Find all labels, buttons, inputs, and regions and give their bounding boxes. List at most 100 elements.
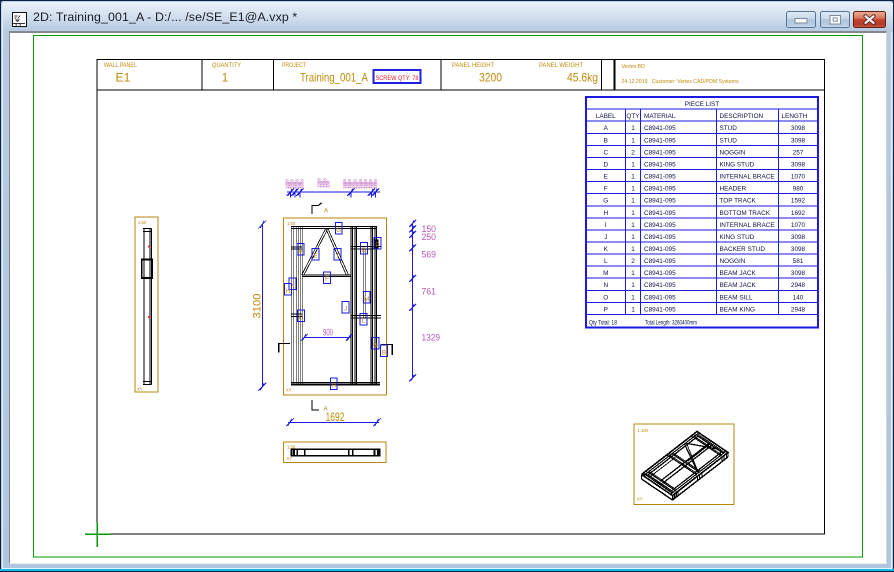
svg-text:KING STUD: KING STUD	[720, 234, 755, 241]
svg-text:PIECE LIST: PIECE LIST	[685, 101, 720, 108]
svg-text:C8941-095: C8941-095	[644, 234, 676, 241]
svg-text:3098: 3098	[791, 161, 806, 168]
svg-text:H: H	[286, 288, 291, 295]
svg-text:E1: E1	[116, 71, 131, 85]
svg-text:BOTTOM TRACK: BOTTOM TRACK	[720, 210, 771, 217]
svg-text:1: 1	[631, 234, 635, 241]
svg-text:1: 1	[631, 222, 635, 229]
svg-text:1070: 1070	[791, 174, 806, 181]
svg-text:250: 250	[422, 232, 437, 242]
svg-text:P: P	[375, 242, 379, 249]
svg-text:1: 1	[631, 306, 635, 313]
svg-text:1: 1	[631, 186, 635, 193]
svg-text:E: E	[604, 174, 608, 181]
svg-text:QUANTITY: QUANTITY	[212, 62, 241, 69]
svg-text:A: A	[298, 248, 303, 255]
svg-text:J: J	[344, 306, 347, 313]
svg-text:3098: 3098	[791, 246, 806, 253]
svg-text:3098: 3098	[791, 234, 806, 241]
svg-text:761: 761	[422, 287, 437, 297]
svg-text:XY: XY	[286, 388, 292, 393]
svg-text:C8941-095: C8941-095	[644, 270, 676, 277]
svg-text:BEAM KING: BEAM KING	[720, 306, 756, 313]
svg-text:C8941-095: C8941-095	[644, 258, 676, 265]
svg-text:A: A	[604, 125, 609, 132]
svg-text:2948: 2948	[791, 306, 806, 313]
svg-text:B: B	[382, 349, 386, 356]
svg-text:MATERIAL: MATERIAL	[644, 113, 676, 120]
svg-text:2: 2	[631, 258, 635, 265]
svg-text:INTERNAL BRACE: INTERNAL BRACE	[720, 174, 775, 181]
svg-text:SCREW QTY: 78: SCREW QTY: 78	[376, 76, 420, 82]
svg-text:J: J	[604, 234, 607, 241]
svg-text:569: 569	[422, 250, 437, 260]
svg-text:3098: 3098	[791, 270, 806, 277]
svg-text:BACKER STUD: BACKER STUD	[720, 246, 766, 253]
svg-text:PANEL WEIGHT: PANEL WEIGHT	[539, 62, 583, 69]
svg-text:980: 980	[793, 186, 804, 193]
svg-text:1:100: 1:100	[638, 428, 649, 433]
svg-text:XY: XY	[637, 497, 643, 502]
svg-text:1: 1	[631, 174, 635, 181]
svg-text:E: E	[313, 253, 317, 260]
svg-text:P: P	[604, 306, 608, 313]
svg-text:C8941-095: C8941-095	[644, 222, 676, 229]
svg-text:D: D	[362, 247, 367, 254]
svg-text:C8941-095: C8941-095	[644, 306, 676, 313]
svg-text:QTY: QTY	[626, 113, 640, 120]
svg-text:3098: 3098	[791, 137, 806, 144]
svg-text:1329: 1329	[422, 333, 441, 343]
svg-text:KING STUD: KING STUD	[720, 161, 755, 168]
svg-text:F: F	[325, 276, 329, 283]
svg-text:1888: 1888	[373, 179, 378, 189]
svg-text:D: D	[603, 161, 608, 168]
svg-text:LABEL: LABEL	[596, 113, 616, 120]
svg-text:I: I	[605, 222, 607, 229]
svg-text:G: G	[336, 227, 341, 234]
svg-text:WALL PANEL: WALL PANEL	[104, 62, 137, 69]
svg-text:C8941-095: C8941-095	[644, 210, 676, 217]
svg-text:C8941-095: C8941-095	[644, 149, 676, 156]
svg-text:M: M	[364, 296, 369, 303]
svg-text:1070: 1070	[791, 222, 806, 229]
svg-text:1: 1	[631, 246, 635, 253]
svg-text:I: I	[337, 253, 339, 260]
svg-text:H: H	[603, 210, 608, 217]
svg-text:B: B	[604, 137, 608, 144]
svg-text:C: C	[603, 149, 608, 156]
svg-text:1692: 1692	[791, 210, 806, 217]
svg-text:1: 1	[631, 161, 635, 168]
svg-text:PANEL HEIGHT: PANEL HEIGHT	[452, 62, 494, 69]
svg-text:C8941-095: C8941-095	[644, 282, 676, 289]
svg-text:1: 1	[631, 210, 635, 217]
svg-text:INTERNAL BRACE: INTERNAL BRACE	[720, 222, 775, 229]
svg-text:G: G	[603, 198, 608, 205]
svg-text:900: 900	[323, 327, 333, 337]
svg-text:3098: 3098	[791, 125, 806, 132]
svg-text:N: N	[603, 282, 608, 289]
svg-text:M: M	[603, 270, 608, 277]
svg-text:BEAM JACK: BEAM JACK	[720, 270, 757, 277]
svg-text:581: 581	[793, 258, 804, 265]
svg-text:C8941-095: C8941-095	[644, 294, 676, 301]
svg-text:STUD: STUD	[720, 125, 738, 132]
svg-text:Total Length: 3260400mm: Total Length: 3260400mm	[645, 319, 697, 326]
svg-text:140: 140	[793, 294, 804, 301]
svg-text:3100: 3100	[252, 294, 264, 319]
svg-text:Vertex BD: Vertex BD	[622, 64, 646, 70]
svg-text:A: A	[324, 208, 329, 215]
svg-text:NOGGIN: NOGGIN	[720, 149, 746, 156]
svg-text:24.12.2019 Customer: Vertex: 24.12.2019 Customer: Vertex CAD/PDM Syst…	[622, 79, 739, 85]
svg-text:2948: 2948	[791, 282, 806, 289]
svg-text:C8941-095: C8941-095	[644, 174, 676, 181]
svg-text:F: F	[604, 186, 608, 193]
svg-text:O: O	[603, 294, 608, 301]
svg-text:C8941-095: C8941-095	[644, 137, 676, 144]
svg-text:DESCRIPTION: DESCRIPTION	[720, 113, 764, 120]
svg-text:257: 257	[793, 149, 804, 156]
svg-text:1:50: 1:50	[287, 221, 296, 226]
svg-text:XY: XY	[287, 456, 293, 461]
svg-text:Training_001_A: Training_001_A	[300, 71, 368, 85]
svg-text:BEAM JACK: BEAM JACK	[720, 282, 757, 289]
svg-text:1: 1	[631, 270, 635, 277]
